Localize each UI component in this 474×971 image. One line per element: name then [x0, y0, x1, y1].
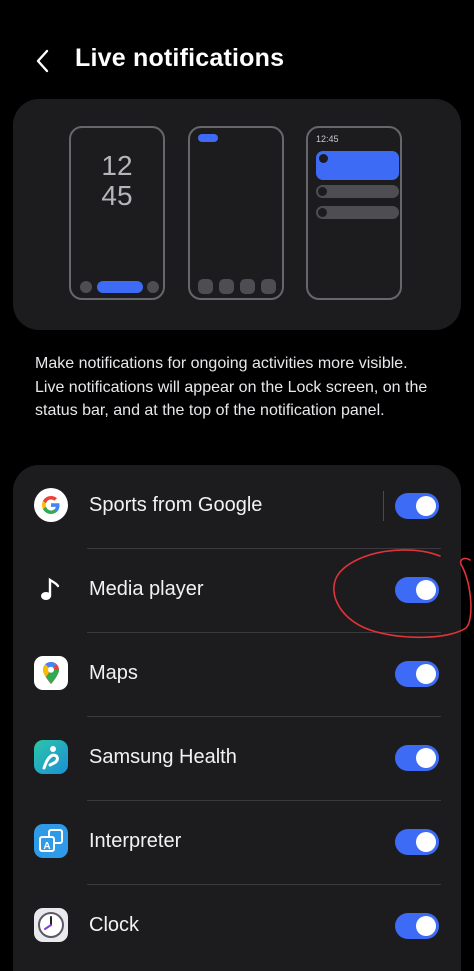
lock-clock-minutes: 45	[101, 180, 133, 211]
app-row-samsung-health[interactable]: Samsung Health	[13, 717, 461, 801]
app-row-media-player[interactable]: Media player	[13, 549, 461, 633]
lock-live-pill	[97, 281, 143, 293]
interpreter-icon: A	[34, 824, 68, 858]
divider	[383, 491, 384, 521]
nav-square	[261, 279, 276, 294]
lock-clock-hours: 12	[101, 150, 133, 181]
toggle-switch[interactable]	[395, 829, 439, 855]
app-list: Sports from Google Media player Maps Sam…	[13, 465, 461, 971]
svg-text:A: A	[43, 841, 50, 852]
toggle-switch[interactable]	[395, 493, 439, 519]
nav-square	[219, 279, 234, 294]
chevron-left-icon[interactable]	[30, 44, 60, 78]
google-icon	[34, 488, 68, 522]
lock-screen-preview: 12 45	[69, 126, 165, 300]
panel-notification-bar	[316, 185, 399, 198]
music-note-icon	[41, 577, 60, 600]
app-row-sports-from-google[interactable]: Sports from Google	[13, 465, 461, 549]
panel-notification-bar	[316, 206, 399, 219]
live-notifications-illustration: 12 45 12:45	[13, 99, 461, 330]
lock-shortcut-dot	[147, 281, 159, 293]
app-row-interpreter[interactable]: A Interpreter	[13, 801, 461, 885]
app-label: Samsung Health	[89, 746, 237, 768]
toggle-switch[interactable]	[395, 577, 439, 603]
maps-pin-icon	[34, 656, 68, 690]
samsung-health-icon	[34, 740, 68, 774]
nav-square	[240, 279, 255, 294]
app-label: Interpreter	[89, 830, 182, 852]
app-label: Sports from Google	[89, 494, 263, 516]
status-bar-live-chip	[198, 134, 218, 142]
toggle-switch[interactable]	[395, 913, 439, 939]
description-text: Make notifications for ongoing activitie…	[35, 355, 428, 419]
panel-time: 12:45	[316, 134, 339, 144]
status-bar-preview	[188, 126, 284, 300]
notification-panel-preview: 12:45	[306, 126, 402, 300]
toggle-switch[interactable]	[395, 661, 439, 687]
toggle-switch[interactable]	[395, 745, 439, 771]
app-label: Clock	[89, 914, 140, 936]
clock-icon	[34, 908, 68, 942]
app-label: Maps	[89, 662, 138, 684]
app-row-maps[interactable]: Maps	[13, 633, 461, 717]
nav-square	[198, 279, 213, 294]
panel-live-card	[316, 151, 399, 180]
lock-shortcut-dot	[80, 281, 92, 293]
app-row-clock[interactable]: Clock	[13, 885, 461, 969]
app-label: Media player	[89, 578, 204, 600]
page-title: Live notifications	[75, 44, 285, 72]
